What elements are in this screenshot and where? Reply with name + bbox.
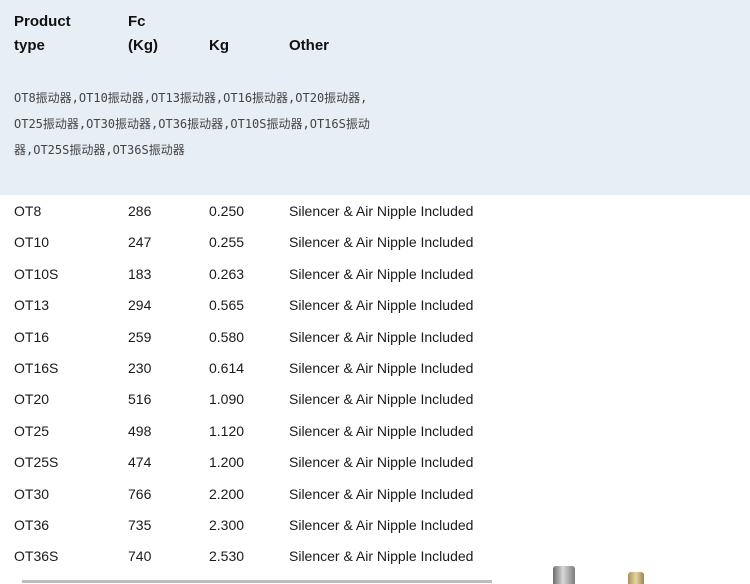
cell-fc: 516 [128,391,152,408]
table-row: OT10 247 0.255 Silencer & Air Nipple Includ… [0,226,750,257]
cell-fc: 294 [128,297,152,314]
cell-kg: 2.530 [209,548,245,565]
cell-other: Silencer & Air Nipple Included [289,516,474,533]
table-row: OT10S 183 0.263 Silencer & Air Nipple Inclu… [0,258,750,289]
cell-kg: 2.200 [209,485,245,502]
cell-product-type: OT25 [14,422,50,439]
cell-other: Silencer & Air Nipple Included [289,391,474,408]
cell-other: Silencer & Air Nipple Included [289,265,474,282]
header-other: Other [289,34,329,58]
cell-fc: 286 [128,203,152,219]
table-row: OT25S 474 1.200 Silencer & Air Nipple Inclu… [0,446,750,477]
cell-other: Silencer & Air Nipple Included [289,548,474,565]
cell-fc: 247 [128,234,152,251]
cell-product-type: OT30 [14,485,50,502]
cell-fc: 230 [128,359,152,376]
cell-other: Silencer & Air Nipple Included [289,297,474,314]
cell-other: Silencer & Air Nipple Included [289,485,474,502]
header-kg-label: Kg [209,37,229,54]
table-header: Product type Fc (Kg) Kg Other OT8振动器,OT1… [0,0,750,195]
cell-kg: 1.200 [209,454,245,471]
fitting-image [553,566,575,584]
cell-fc: 183 [128,265,152,282]
model-keyword-note: OT8振动器,OT10振动器,OT13振动器,OT16振动器,OT20振动器,O… [14,91,370,157]
header-other-label: Other [289,37,330,54]
cell-kg: 0.614 [209,359,245,376]
cell-other: Silencer & Air Nipple Included [289,203,474,219]
divider [22,580,492,583]
cell-kg: 0.250 [209,203,245,219]
cell-kg: 0.565 [209,297,245,314]
cell-product-type: OT25S [14,454,59,471]
header-product-type: Product type [14,10,71,58]
cell-kg: 1.120 [209,422,245,439]
fitting-image [628,572,644,584]
cell-kg: 0.263 [209,265,245,282]
cell-product-type: OT13 [14,297,50,314]
cell-other: Silencer & Air Nipple Included [289,422,474,439]
cell-fc: 498 [128,422,152,439]
table-row: OT20 516 1.090 Silencer & Air Nipple Includ… [0,383,750,414]
cell-product-type: OT10 [14,234,50,251]
cell-other: Silencer & Air Nipple Included [289,359,474,376]
cell-product-type: OT36S [14,548,59,565]
header-fc-line2: (Kg) [128,37,158,54]
table-row: OT13 294 0.565 Silencer & Air Nipple Includ… [0,289,750,320]
cell-product-type: OT10S [14,265,59,282]
cell-other: Silencer & Air Nipple Included [289,454,474,471]
cell-other: Silencer & Air Nipple Included [289,234,474,251]
table-row: OT25 498 1.120 Silencer & Air Nipple Includ… [0,415,750,446]
cell-product-type: OT16 [14,328,50,345]
header-product-type-line1: Product [14,13,71,30]
cell-fc: 259 [128,328,152,345]
table-row: OT8 286 0.250 Silencer & Air Nipple Include… [0,195,750,226]
cell-product-type: OT16S [14,359,59,376]
cell-product-type: OT36 [14,516,50,533]
header-fc-line1: Fc [128,13,146,30]
header-product-type-line2: type [14,37,45,54]
cell-kg: 1.090 [209,391,245,408]
table-body: OT8 286 0.250 Silencer & Air Nipple Include… [0,195,750,572]
cell-other: Silencer & Air Nipple Included [289,328,474,345]
table-row: OT16S 230 0.614 Silencer & Air Nipple Inclu… [0,352,750,383]
table-row: OT16 259 0.580 Silencer & Air Nipple Includ… [0,321,750,352]
table-row: OT30 766 2.200 Silencer & Air Nipple Includ… [0,478,750,509]
cell-kg: 0.255 [209,234,245,251]
cell-product-type: OT8 [14,203,42,219]
table-row: OT36 735 2.300 Silencer & Air Nipple Includ… [0,509,750,540]
cell-fc: 735 [128,516,152,533]
cell-fc: 474 [128,454,152,471]
cell-fc: 766 [128,485,152,502]
header-fc: Fc (Kg) [128,10,158,58]
cell-kg: 2.300 [209,516,245,533]
header-kg: Kg [209,34,229,58]
cell-product-type: OT20 [14,391,50,408]
cell-fc: 740 [128,548,152,565]
cell-kg: 0.580 [209,328,245,345]
table-row: OT36S 740 2.530 Silencer & Air Nipple Inclu… [0,540,750,571]
